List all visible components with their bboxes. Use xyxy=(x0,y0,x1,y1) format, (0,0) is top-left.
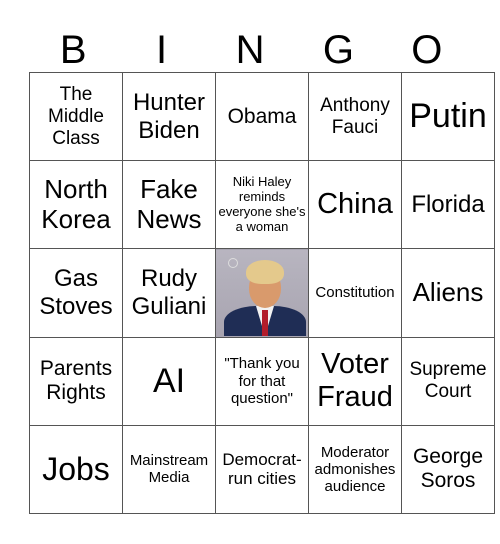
bingo-cell[interactable]: Putin xyxy=(401,71,495,162)
bingo-cell[interactable]: Supreme Court xyxy=(401,336,495,426)
bingo-cell[interactable]: Constitution xyxy=(308,248,402,338)
hair-shape xyxy=(246,259,284,284)
bingo-card: The Middle Class Hunter Biden Obama Anth… xyxy=(29,71,495,515)
mugshot-photo xyxy=(216,249,308,336)
bingo-row: Parents Rights AI "Thank you for that qu… xyxy=(29,336,495,426)
bingo-row: North Korea Fake News Niki Haley reminds… xyxy=(29,160,495,250)
bingo-cell[interactable]: The Middle Class xyxy=(29,71,123,162)
bingo-header: B I N G O xyxy=(29,28,471,72)
bingo-cell[interactable]: Anthony Fauci xyxy=(308,71,402,162)
bingo-cell[interactable]: Democrat-run cities xyxy=(215,424,309,515)
bingo-cell[interactable]: Voter Fraud xyxy=(308,336,402,426)
header-letter-b: B xyxy=(59,28,87,72)
bingo-cell[interactable]: North Korea xyxy=(29,160,123,250)
header-letter-o: O xyxy=(411,28,443,72)
header-letter-n: N xyxy=(235,28,265,72)
bingo-cell[interactable]: Gas Stoves xyxy=(29,248,123,338)
bingo-cell[interactable]: Moderator admonishes audience xyxy=(308,424,402,515)
bingo-cell[interactable]: Parents Rights xyxy=(29,336,123,426)
bingo-row: The Middle Class Hunter Biden Obama Anth… xyxy=(29,71,495,162)
bingo-cell[interactable]: Mainstream Media xyxy=(122,424,216,515)
bingo-cell[interactable]: "Thank you for that question" xyxy=(215,336,309,426)
bingo-cell[interactable]: George Soros xyxy=(401,424,495,515)
bingo-cell[interactable]: AI xyxy=(122,336,216,426)
seal-icon xyxy=(228,257,238,268)
header-letter-g: G xyxy=(322,28,354,72)
bingo-cell[interactable]: Rudy Guliani xyxy=(122,248,216,338)
bingo-cell[interactable]: Jobs xyxy=(29,424,123,515)
header-letter-i: I xyxy=(156,28,168,72)
bingo-row: Jobs Mainstream Media Democrat-run citie… xyxy=(29,424,495,515)
bingo-cell[interactable]: Hunter Biden xyxy=(122,71,216,162)
bingo-row: Gas Stoves Rudy Guliani Constitution Ali… xyxy=(29,248,495,338)
bingo-cell[interactable]: Niki Haley reminds everyone she's a woma… xyxy=(215,160,309,250)
bingo-cell[interactable]: Aliens xyxy=(401,248,495,338)
bingo-cell[interactable]: Fake News xyxy=(122,160,216,250)
bingo-cell[interactable]: Obama xyxy=(215,71,309,162)
free-space-cell[interactable] xyxy=(215,248,309,338)
bingo-cell[interactable]: Florida xyxy=(401,160,495,250)
bingo-cell[interactable]: China xyxy=(308,160,402,250)
tie-shape xyxy=(262,309,268,336)
